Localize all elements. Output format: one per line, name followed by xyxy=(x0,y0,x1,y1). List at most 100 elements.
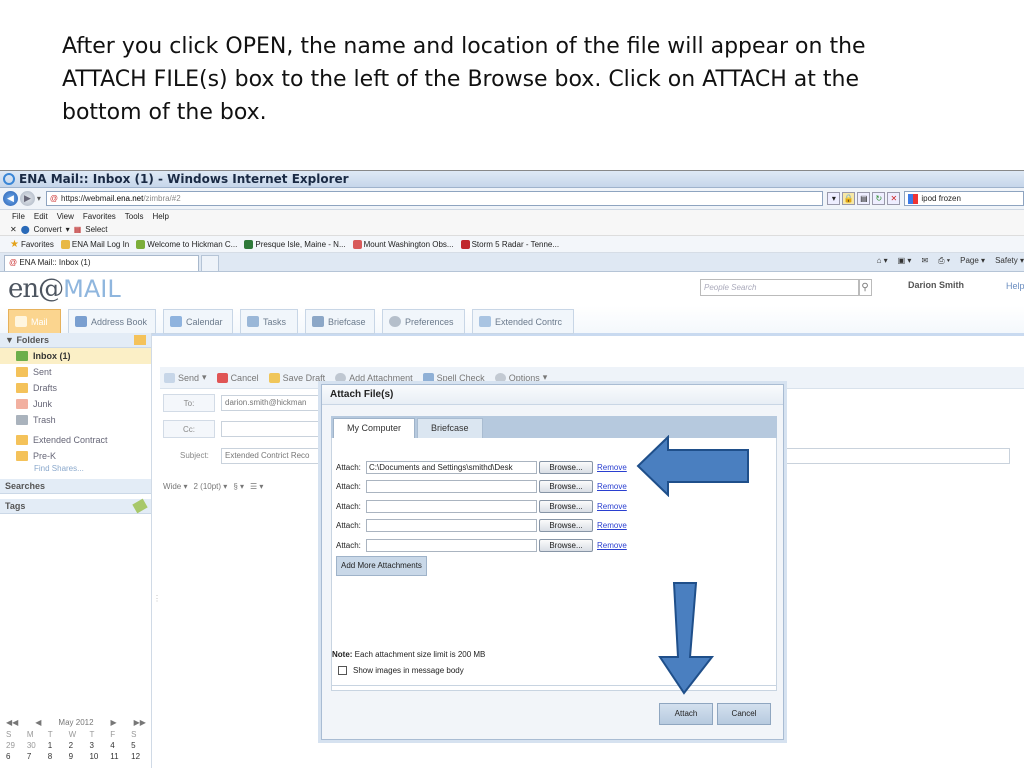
mail-icon[interactable]: ✉ xyxy=(921,256,928,266)
page-menu[interactable]: Page ▾ xyxy=(960,256,985,266)
tab-my-computer[interactable]: My Computer xyxy=(333,418,416,438)
url-dropdown-icon[interactable]: ▾ xyxy=(827,192,841,205)
attach-file-input[interactable] xyxy=(366,538,537,552)
options-button[interactable]: Options ▾ xyxy=(494,372,547,383)
compat-view-icon[interactable]: ▤ xyxy=(857,192,871,205)
menu-favorites[interactable]: Favorites xyxy=(83,212,116,221)
calendar-day[interactable]: 3 xyxy=(89,741,110,752)
nav-dropdown-icon[interactable]: ▾ xyxy=(37,194,41,203)
tag-icon[interactable] xyxy=(132,498,148,514)
font-size-select[interactable]: 2 (10pt) ▾ xyxy=(193,482,227,491)
calendar-day[interactable]: 10 xyxy=(89,752,110,763)
tab-mail[interactable]: Mail xyxy=(8,309,61,334)
collapse-icon[interactable]: ▼ xyxy=(5,335,14,345)
help-link[interactable]: Help xyxy=(1006,281,1024,291)
browse-button[interactable]: Browse... xyxy=(539,499,593,513)
favorite-link[interactable]: Welcome to Hickman C... xyxy=(136,239,237,249)
folder-trash[interactable]: Trash xyxy=(0,412,151,428)
next-month-icon[interactable]: ▶ xyxy=(111,718,117,730)
attach-file-input[interactable] xyxy=(366,518,537,532)
home-icon[interactable]: ⌂ ▾ xyxy=(877,256,888,266)
align-icon[interactable]: ☰ ▾ xyxy=(250,482,263,491)
cancel-compose-button[interactable]: Cancel xyxy=(216,372,259,383)
folder-sent[interactable]: Sent xyxy=(0,364,151,380)
browser-search-input[interactable]: ipod frozen xyxy=(904,191,1024,206)
remove-link[interactable]: Remove xyxy=(597,482,627,491)
attach-file-input[interactable] xyxy=(366,479,537,493)
send-button[interactable]: Send ▾ xyxy=(164,372,207,383)
remove-link[interactable]: Remove xyxy=(597,541,627,550)
tab-briefcase-source[interactable]: Briefcase xyxy=(417,418,483,438)
cancel-button[interactable]: Cancel xyxy=(717,703,771,725)
remove-link[interactable]: Remove xyxy=(597,502,627,511)
cc-field[interactable] xyxy=(221,421,331,437)
browse-button[interactable]: Browse... xyxy=(539,538,593,552)
favorites-button[interactable]: ★ Favorites xyxy=(10,239,54,250)
menu-edit[interactable]: Edit xyxy=(34,212,48,221)
favorite-link[interactable]: Mount Washington Obs... xyxy=(352,239,454,249)
forward-button[interactable]: ▶ xyxy=(19,191,35,206)
spell-check-button[interactable]: Spell Check xyxy=(422,372,485,383)
calendar-day[interactable]: 30 xyxy=(27,741,48,752)
folder-pre-k[interactable]: Pre-K xyxy=(0,448,151,464)
calendar-day[interactable]: 5 xyxy=(131,741,152,752)
chevron-down-icon[interactable]: ▾ xyxy=(66,225,70,234)
search-icon[interactable]: ⚲ xyxy=(858,279,872,296)
find-shares-link[interactable]: Find Shares... xyxy=(0,464,151,478)
back-button[interactable]: ◀ xyxy=(3,191,18,206)
tab-tasks[interactable]: Tasks xyxy=(240,309,298,334)
folders-header[interactable]: ▼ Folders xyxy=(0,333,151,348)
add-attachment-button[interactable]: Add Attachment xyxy=(335,372,413,383)
calendar-day[interactable]: 12 xyxy=(131,752,152,763)
calendar-day[interactable]: 6 xyxy=(6,752,27,763)
save-draft-button[interactable]: Save Draft xyxy=(268,372,325,383)
convert-button[interactable]: Convert xyxy=(34,225,62,234)
width-select[interactable]: Wide ▾ xyxy=(163,482,187,491)
attach-file-input[interactable] xyxy=(366,499,537,513)
favorite-link[interactable]: ENA Mail Log In xyxy=(60,239,129,249)
calendar-day[interactable]: 2 xyxy=(69,741,90,752)
browse-button[interactable]: Browse... xyxy=(539,518,593,532)
calendar-day[interactable]: 7 xyxy=(27,752,48,763)
refresh-icon[interactable]: ↻ xyxy=(872,192,886,205)
subject-field-right[interactable] xyxy=(784,448,1010,464)
calendar-day[interactable]: 9 xyxy=(69,752,90,763)
menu-file[interactable]: File xyxy=(12,212,25,221)
tab-briefcase[interactable]: Briefcase xyxy=(305,309,375,334)
cc-button[interactable]: Cc: xyxy=(163,420,215,438)
attach-button[interactable]: Attach xyxy=(659,703,713,725)
browser-tab-active[interactable]: @ ENA Mail:: Inbox (1) xyxy=(4,255,199,271)
calendar-day[interactable]: 4 xyxy=(110,741,131,752)
add-more-attachments-button[interactable]: Add More Attachments xyxy=(336,556,427,576)
calendar-day[interactable]: 8 xyxy=(48,752,69,763)
folder-extended-contract[interactable]: Extended Contract xyxy=(0,432,151,448)
calendar-day[interactable]: 29 xyxy=(6,741,27,752)
lock-icon[interactable]: 🔒 xyxy=(842,192,856,205)
prev-month-icon[interactable]: ◀ xyxy=(35,718,41,730)
stop-icon[interactable]: ✕ xyxy=(887,192,901,205)
section-select[interactable]: § ▾ xyxy=(233,482,244,491)
people-search-input[interactable]: People Search xyxy=(700,279,860,296)
favorite-link[interactable]: Storm 5 Radar - Tenne... xyxy=(460,239,559,249)
next-year-icon[interactable]: ▶▶ xyxy=(134,718,146,730)
tags-header[interactable]: Tags xyxy=(0,498,151,514)
calendar-day[interactable]: 1 xyxy=(48,741,69,752)
attach-file-input[interactable]: C:\Documents and Settings\smithd\Desk xyxy=(366,460,537,474)
new-folder-icon[interactable] xyxy=(134,335,146,345)
select-button[interactable]: Select xyxy=(85,225,107,234)
remove-link[interactable]: Remove xyxy=(597,463,627,472)
tab-address-book[interactable]: Address Book xyxy=(68,309,156,334)
folder-junk[interactable]: Junk xyxy=(0,396,151,412)
feeds-icon[interactable]: ▣ ▾ xyxy=(898,256,912,266)
print-icon[interactable]: ⎙ ▾ xyxy=(938,256,950,266)
subject-field[interactable]: Extended Contrict Reco xyxy=(221,448,331,464)
new-tab-button[interactable] xyxy=(201,255,219,271)
searches-header[interactable]: Searches xyxy=(0,479,151,494)
browse-button[interactable]: Browse... xyxy=(539,460,593,474)
to-field[interactable]: darion.smith@hickman xyxy=(221,395,331,411)
menu-tools[interactable]: Tools xyxy=(125,212,144,221)
browse-button[interactable]: Browse... xyxy=(539,479,593,493)
folder-drafts[interactable]: Drafts xyxy=(0,380,151,396)
menu-view[interactable]: View xyxy=(57,212,74,221)
prev-year-icon[interactable]: ◀◀ xyxy=(6,718,18,730)
